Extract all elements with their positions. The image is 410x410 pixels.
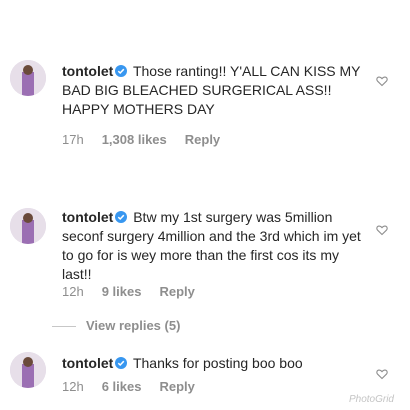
comment-meta: 17h 1,308 likes Reply xyxy=(62,132,238,147)
reply-button[interactable]: Reply xyxy=(159,379,194,394)
verified-badge-icon xyxy=(115,357,128,369)
comment-time: 12h xyxy=(62,284,84,299)
comment-text: Thanks for posting boo boo xyxy=(132,355,303,371)
comment-meta: 12h 9 likes Reply xyxy=(62,284,213,299)
replies-divider xyxy=(52,326,76,328)
likes-count[interactable]: 6 likes xyxy=(102,379,142,394)
avatar[interactable] xyxy=(10,208,46,244)
heart-outline-icon[interactable] xyxy=(376,75,388,87)
comments-screen: tontolet Those ranting!! Y'ALL CAN KISS … xyxy=(0,0,410,410)
comment-body: tontolet Those ranting!! Y'ALL CAN KISS … xyxy=(62,62,362,119)
heart-outline-icon[interactable] xyxy=(376,368,388,380)
comment-body: tontolet Thanks for posting boo boo xyxy=(62,354,362,373)
username[interactable]: tontolet xyxy=(62,63,113,79)
reply-button[interactable]: Reply xyxy=(159,284,194,299)
likes-count[interactable]: 1,308 likes xyxy=(102,132,167,147)
username[interactable]: tontolet xyxy=(62,355,113,371)
username[interactable]: tontolet xyxy=(62,209,113,225)
reply-button[interactable]: Reply xyxy=(185,132,220,147)
watermark: PhotoGrid xyxy=(348,394,394,405)
avatar[interactable] xyxy=(10,352,46,388)
likes-count[interactable]: 9 likes xyxy=(102,284,142,299)
avatar[interactable] xyxy=(10,60,46,96)
view-replies-button[interactable]: View replies (5) xyxy=(52,318,180,333)
comment-time: 12h xyxy=(62,379,84,394)
comment-body: tontolet Btw my 1st surgery was 5million… xyxy=(62,208,362,284)
verified-badge-icon xyxy=(115,65,128,77)
comment-time: 17h xyxy=(62,132,84,147)
verified-badge-icon xyxy=(115,211,128,223)
heart-outline-icon[interactable] xyxy=(376,224,388,236)
view-replies-label: View replies (5) xyxy=(86,318,181,333)
comment-meta: 12h 6 likes Reply xyxy=(62,379,213,394)
